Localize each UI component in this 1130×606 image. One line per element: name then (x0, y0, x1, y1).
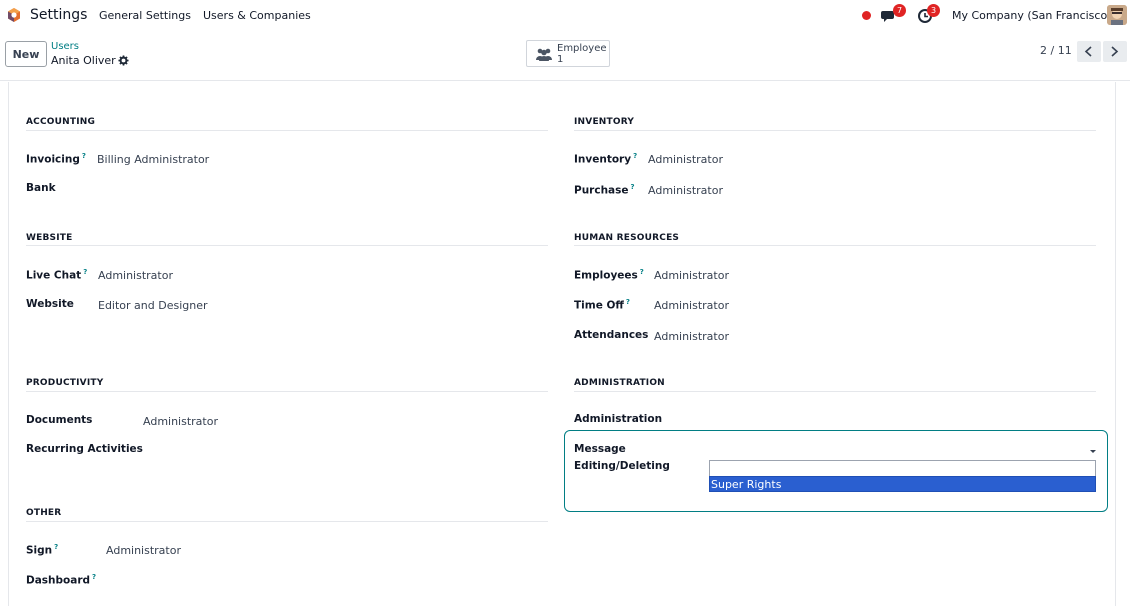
pager-previous-button[interactable] (1077, 41, 1101, 62)
field-label-recurring-activities: Recurring Activities (26, 443, 143, 455)
group-divider (574, 130, 1096, 131)
menu-users-companies[interactable]: Users & Companies (203, 9, 311, 22)
help-tooltip-icon[interactable]: ? (631, 183, 635, 191)
field-label-invoicing: Invoicing? (26, 152, 86, 166)
user-avatar[interactable] (1107, 5, 1127, 25)
dropdown-caret-icon[interactable] (1090, 450, 1096, 453)
group-title-human-resources: HUMAN RESOURCES (574, 233, 680, 243)
gear-icon[interactable] (118, 55, 129, 66)
activities-badge: 3 (927, 4, 940, 17)
group-title-inventory: INVENTORY (574, 117, 635, 127)
group-title-administration: ADMINISTRATION (574, 378, 665, 388)
help-tooltip-icon[interactable]: ? (633, 152, 637, 160)
help-tooltip-icon[interactable]: ? (626, 298, 630, 306)
field-label-sign: Sign? (26, 543, 59, 557)
field-label-inventory: Inventory? (574, 152, 638, 166)
chevron-right-icon (1111, 46, 1119, 57)
smart-button-value: 1 (557, 54, 564, 65)
group-divider (26, 130, 548, 131)
dropdown-option-super-rights[interactable]: Super Rights (709, 476, 1096, 492)
field-label-bank: Bank (26, 182, 56, 194)
help-tooltip-icon[interactable]: ? (82, 152, 86, 160)
status-dot (862, 11, 871, 20)
breadcrumb-users-link[interactable]: Users (51, 41, 79, 52)
field-value-employees[interactable]: Administrator (654, 269, 729, 282)
avatar-icon (1107, 5, 1127, 25)
odoo-app-icon[interactable] (6, 7, 22, 23)
new-button[interactable]: New (5, 41, 47, 67)
field-value-documents[interactable]: Administrator (143, 415, 218, 428)
field-value-inventory[interactable]: Administrator (648, 153, 723, 166)
menu-general-settings[interactable]: General Settings (99, 9, 191, 22)
field-label-purchase: Purchase? (574, 183, 635, 197)
field-value-invoicing[interactable]: Billing Administrator (97, 153, 209, 166)
field-label-live-chat: Live Chat? (26, 268, 88, 282)
field-value-attendances[interactable]: Administrator (654, 330, 729, 343)
field-label-website: Website (26, 298, 74, 310)
breadcrumb-current: Anita Oliver (51, 54, 116, 67)
field-label-employees: Employees? (574, 268, 644, 282)
app-title[interactable]: Settings (30, 7, 87, 23)
field-value-website[interactable]: Editor and Designer (98, 299, 208, 312)
group-divider (26, 391, 548, 392)
help-tooltip-icon[interactable]: ? (640, 268, 644, 276)
field-label-time-off: Time Off? (574, 298, 630, 312)
help-tooltip-icon[interactable]: ? (83, 268, 87, 276)
field-label-documents: Documents (26, 414, 93, 426)
company-switcher[interactable]: My Company (San Francisco) (952, 9, 1111, 22)
group-title-other: OTHER (26, 508, 62, 518)
field-label-administration: Administration (574, 413, 663, 425)
group-divider (26, 521, 548, 522)
group-divider (574, 391, 1096, 392)
group-divider (26, 245, 548, 246)
field-label-attendances: Attendances (574, 329, 649, 341)
field-label-editing-deleting: Editing/Deleting (574, 460, 670, 472)
field-label-message: Message (574, 443, 626, 455)
field-value-time-off[interactable]: Administrator (654, 299, 729, 312)
group-divider (574, 245, 1096, 246)
chevron-left-icon (1084, 46, 1092, 57)
field-value-live-chat[interactable]: Administrator (98, 269, 173, 282)
help-tooltip-icon[interactable]: ? (54, 543, 58, 551)
employee-smart-button[interactable]: Employee 1 (526, 40, 610, 67)
smart-button-label: Employee (557, 43, 607, 54)
field-label-dashboard: Dashboard? (26, 573, 97, 587)
employees-icon (536, 48, 552, 61)
pager-value[interactable]: 2 / 11 (1040, 44, 1072, 57)
top-navbar: Settings General Settings Users & Compan… (0, 0, 1130, 31)
message-editing-select[interactable] (709, 460, 1096, 477)
group-title-website: WEBSITE (26, 233, 73, 243)
field-value-purchase[interactable]: Administrator (648, 184, 723, 197)
control-panel: New Users Anita Oliver Employee 1 2 / 11 (0, 31, 1130, 81)
pager-next-button[interactable] (1103, 41, 1127, 62)
help-tooltip-icon[interactable]: ? (92, 573, 96, 581)
field-value-sign[interactable]: Administrator (106, 544, 181, 557)
group-title-accounting: ACCOUNTING (26, 117, 96, 127)
messages-badge: 7 (893, 4, 906, 17)
group-title-productivity: PRODUCTIVITY (26, 378, 104, 388)
